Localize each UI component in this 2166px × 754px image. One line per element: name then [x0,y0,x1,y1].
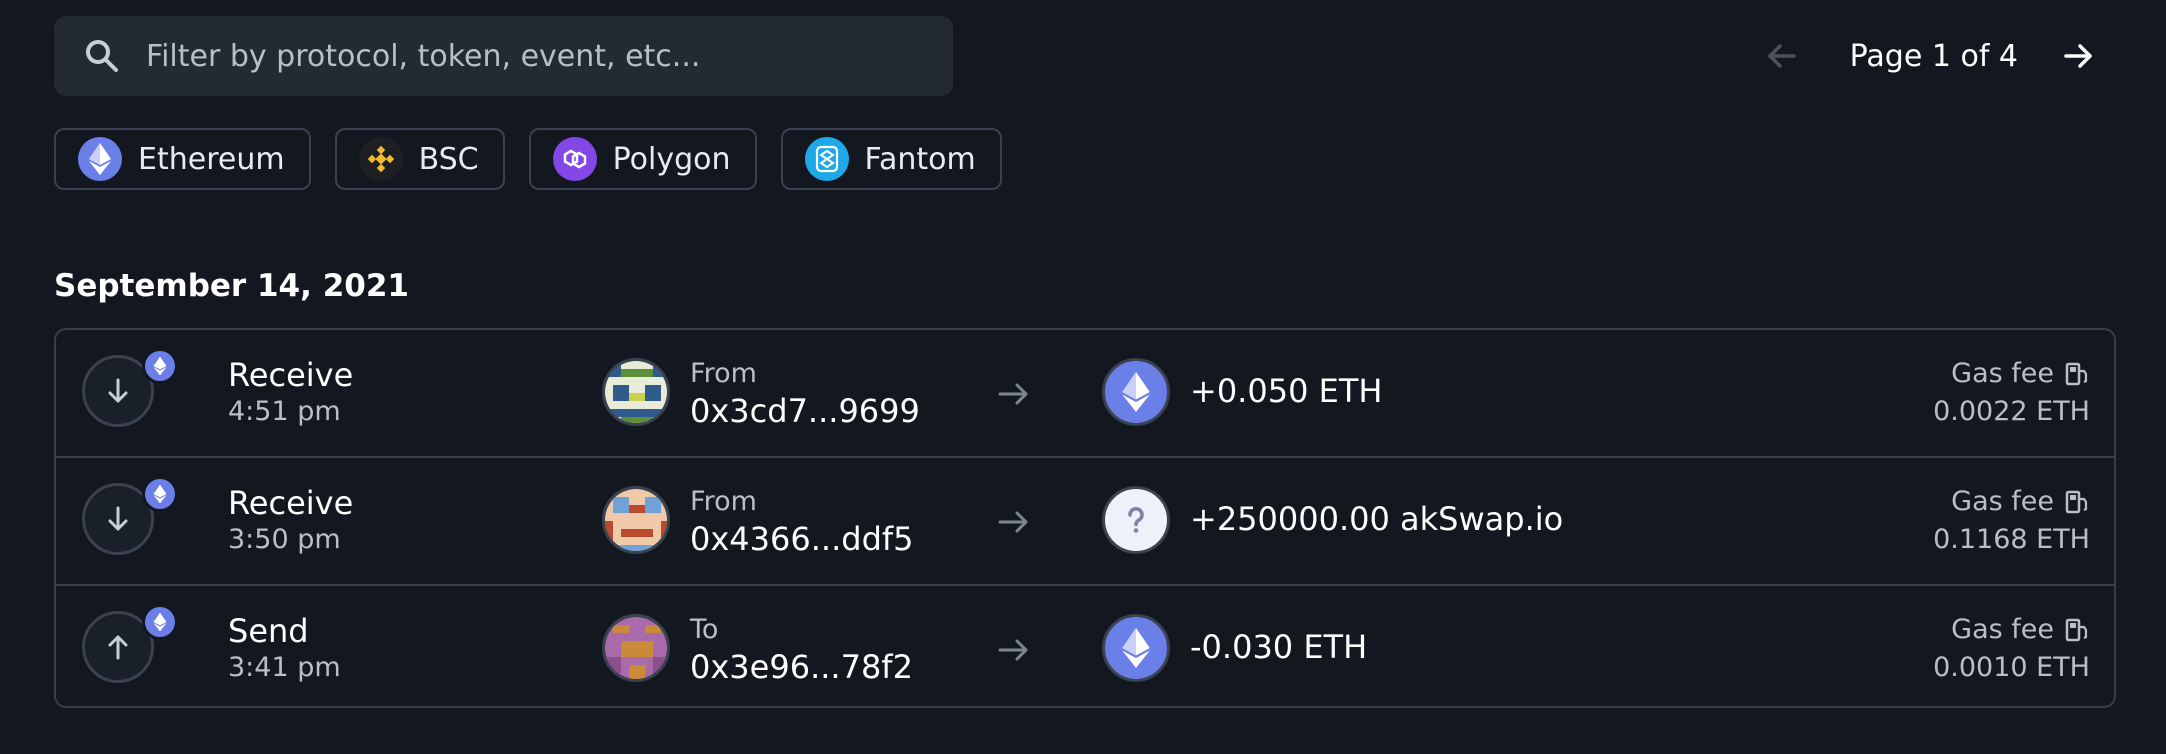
transaction-type: Send [228,612,309,650]
counterparty-address[interactable]: 0x3e96...78f2 [690,648,913,686]
ethereum-icon [78,137,122,181]
gas-fee-value: 0.0010 ETH [1933,652,2090,683]
next-page-button[interactable] [2054,32,2102,80]
chain-chip-fantom[interactable]: Fantom [780,128,1002,190]
gas-fee-label: Gas fee [1951,358,2090,389]
page-indicator: Page 1 of 4 [1849,38,2018,74]
chain-chip-label: Ethereum [138,141,285,177]
fantom-icon [804,137,849,181]
counterparty-avatar [602,486,670,554]
gas-fee-value: 0.1168 ETH [1933,524,2090,555]
unknown-token-icon [1102,486,1170,554]
transaction-list: Receive 4:51 pm From 0x3cd7...9699 +0.05… [54,328,2116,708]
transaction-amount: +0.050 ETH [1190,372,1383,410]
gas-pump-icon [2065,618,2088,641]
ethereum-icon [142,348,178,384]
chain-chip-polygon[interactable]: Polygon [528,128,757,190]
arrow-left-icon [1767,44,1796,68]
counterparty-address[interactable]: 0x3cd7...9699 [690,392,920,430]
transaction-type: Receive [228,356,354,394]
counterparty-label: From [690,486,757,517]
polygon-icon [552,137,597,181]
counterparty-label: To [690,614,719,645]
transaction-amount: -0.030 ETH [1190,628,1368,666]
gas-fee-label-text: Gas fee [1951,614,2054,645]
gas-fee-label: Gas fee [1951,486,2090,517]
counterparty-address[interactable]: 0x4366...ddf5 [690,520,914,558]
pagination: Page 1 of 4 [1758,18,2102,94]
chain-chip-label: Fantom [864,141,976,177]
gas-fee-label-text: Gas fee [1951,358,2054,389]
gas-fee-value: 0.0022 ETH [1933,396,2090,427]
transaction-time: 4:51 pm [228,396,341,427]
chain-chip-ethereum[interactable]: Ethereum [54,128,311,190]
bsc-icon [358,137,403,181]
ethereum-icon [142,604,178,640]
transaction-row[interactable]: Receive 4:51 pm From 0x3cd7...9699 +0.05… [56,330,2114,458]
date-header: September 14, 2021 [54,268,409,304]
arrow-right-icon [994,374,1034,414]
search-input[interactable] [144,37,928,75]
chain-chip-bsc[interactable]: BSC [334,128,505,190]
ethereum-icon [1102,358,1170,426]
search-bar[interactable] [54,16,953,96]
arrow-right-icon [994,630,1034,670]
counterparty-avatar [602,358,670,426]
transaction-row[interactable]: Receive 3:50 pm From 0x4366...ddf5 +2500… [56,458,2114,586]
ethereum-icon [142,476,178,512]
search-icon [82,36,122,76]
gas-fee-label-text: Gas fee [1951,486,2054,517]
chain-chip-label: Polygon [612,141,731,177]
counterparty-label: From [690,358,757,389]
transaction-time: 3:50 pm [228,524,341,555]
gas-pump-icon [2065,490,2088,513]
transaction-time: 3:41 pm [228,652,341,683]
gas-fee-label: Gas fee [1951,614,2090,645]
transaction-row[interactable]: Send 3:41 pm To 0x3e96...78f2 -0.030 ETH… [56,586,2114,706]
previous-page-button[interactable] [1758,32,1806,80]
chain-chip-label: BSC [418,141,479,177]
gas-pump-icon [2065,362,2088,385]
arrow-right-icon [2064,44,2092,68]
arrow-right-icon [994,502,1034,542]
ethereum-icon [1102,614,1170,682]
chain-filters: Ethereum BSC Polygon Fantom [54,128,1002,190]
transaction-amount: +250000.00 akSwap.io [1190,500,1564,538]
transaction-type: Receive [228,484,354,522]
counterparty-avatar [602,614,670,682]
